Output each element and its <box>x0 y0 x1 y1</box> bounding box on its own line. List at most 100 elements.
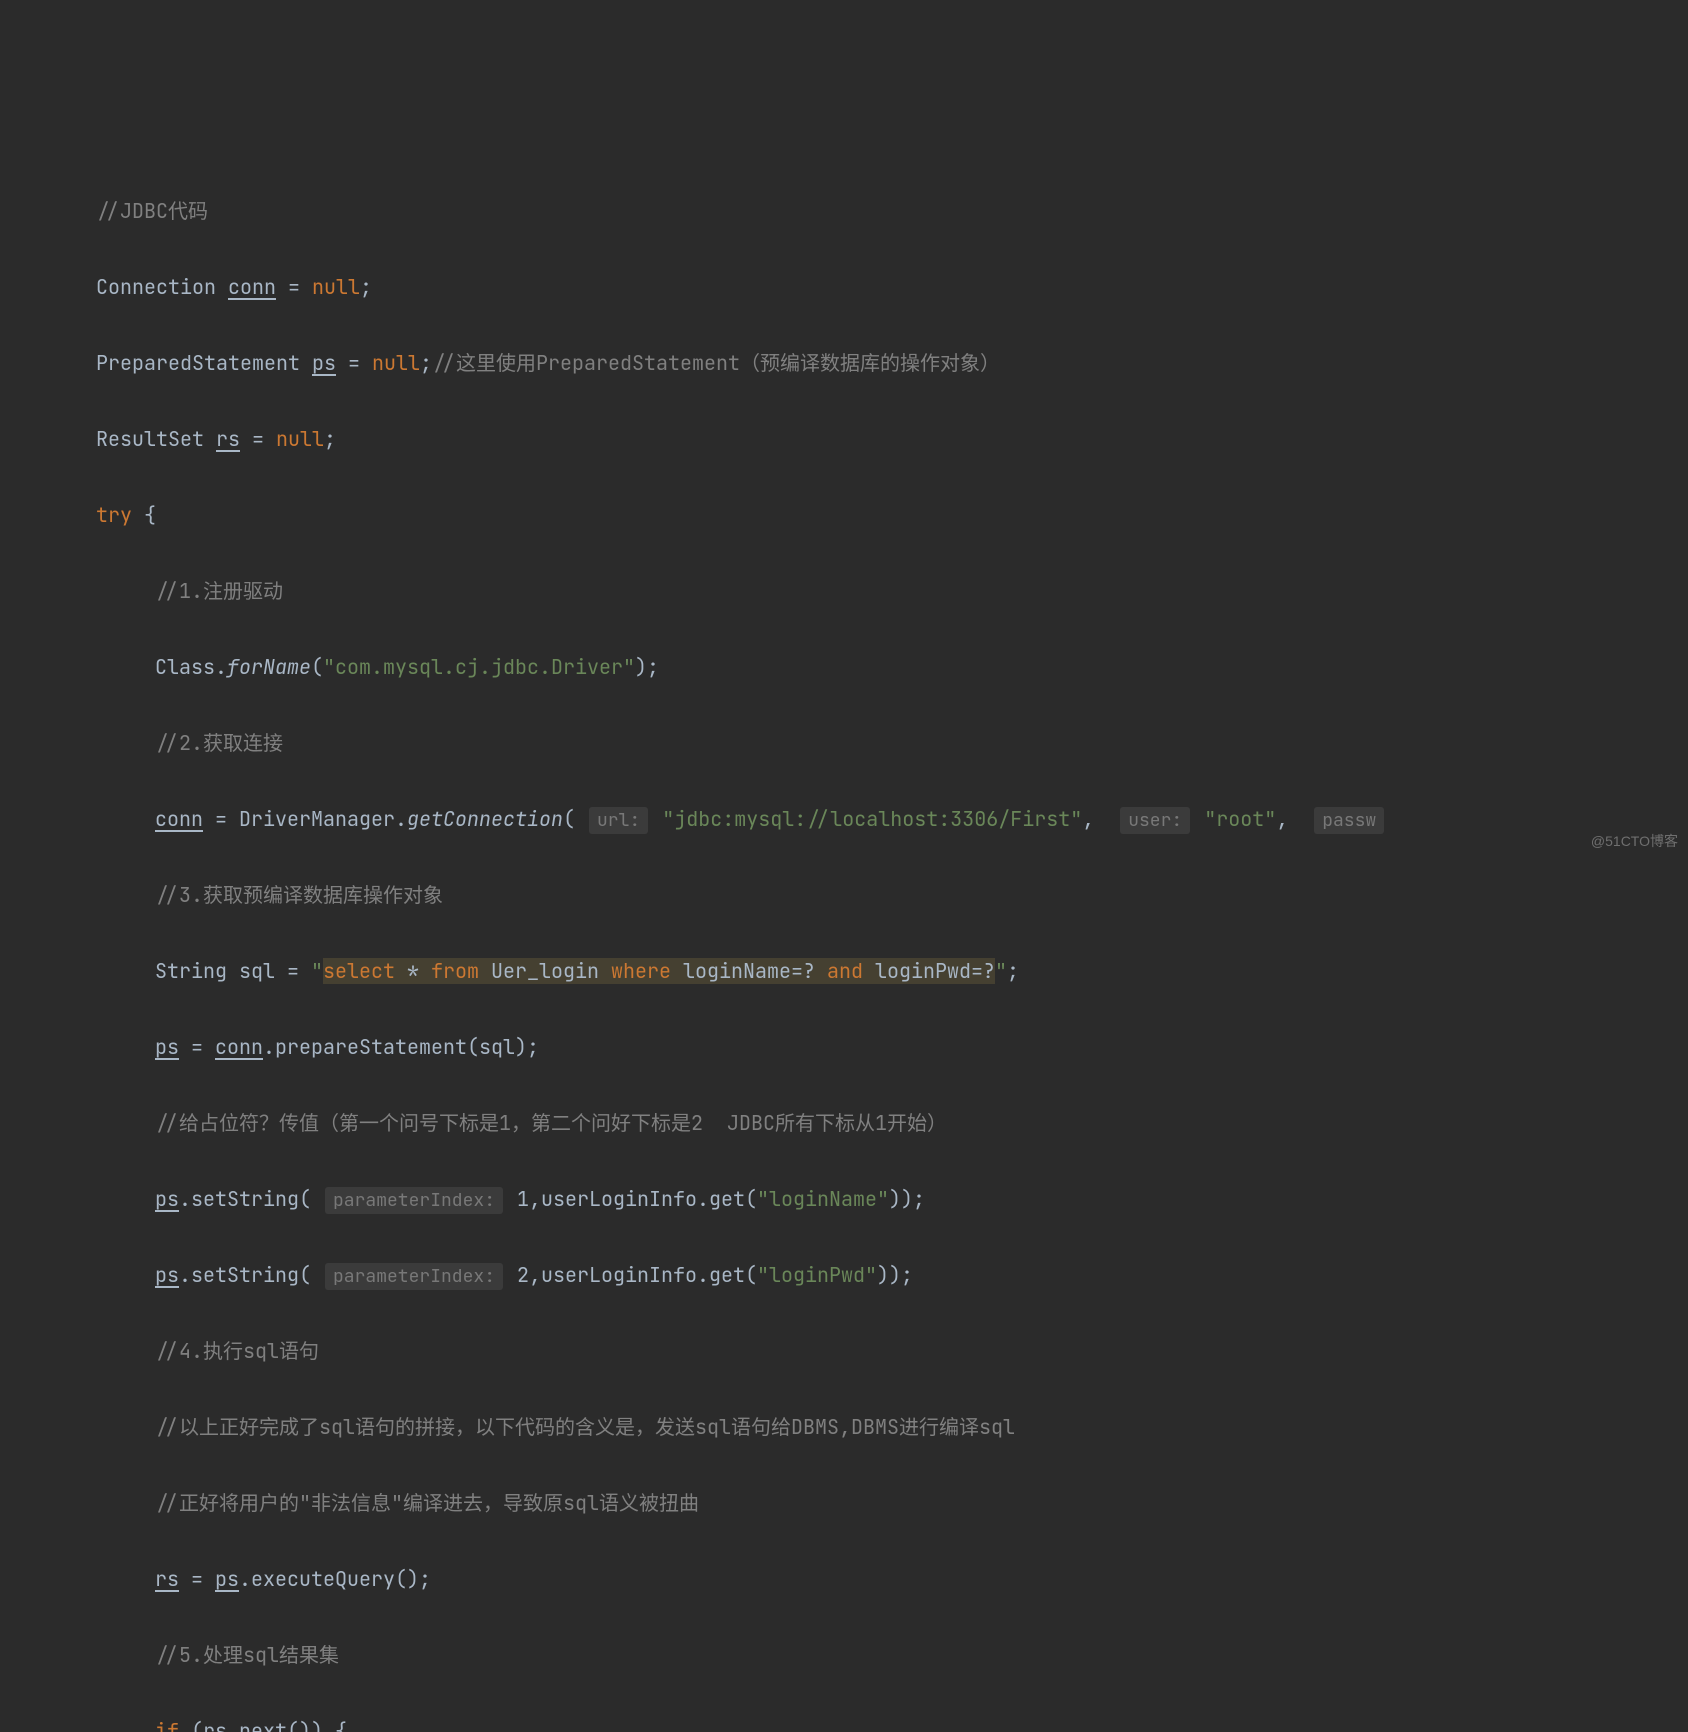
text: )); <box>877 1262 913 1288</box>
sql-keyword: and <box>827 958 875 984</box>
text: .next()) { <box>227 1718 347 1732</box>
comment: //5.处理sql结果集 <box>155 1642 339 1668</box>
code-line[interactable]: //5.处理sql结果集 <box>0 1636 1688 1674</box>
param-hint: passw <box>1314 807 1384 834</box>
param-hint: parameterIndex: <box>325 1263 503 1290</box>
text: ; <box>420 350 432 376</box>
code-editor[interactable]: //JDBC代码 Connection conn = null; Prepare… <box>0 152 1688 1732</box>
variable: ps <box>155 1034 179 1060</box>
text: ,userLoginInfo.get( <box>529 1186 757 1212</box>
variable: rs <box>203 1718 227 1732</box>
number: 2 <box>505 1262 529 1288</box>
text: )); <box>889 1186 925 1212</box>
text: ( <box>311 654 323 680</box>
text: ( <box>191 1718 203 1732</box>
code-line[interactable]: //3.获取预编译数据库操作对象 <box>0 876 1688 914</box>
class: Class. <box>155 654 227 680</box>
sql-injection: select * from Uer_login where loginName=… <box>323 958 995 984</box>
type: ResultSet <box>96 426 216 452</box>
comment: //以上正好完成了sql语句的拼接，以下代码的含义是，发送sql语句给DBMS,… <box>155 1414 1015 1440</box>
comment: //3.获取预编译数据库操作对象 <box>155 882 443 908</box>
code-line[interactable]: //给占位符？传值（第一个问号下标是1，第二个问好下标是2 JDBC所有下标从1… <box>0 1104 1688 1142</box>
code-line[interactable]: //JDBC代码 <box>0 192 1688 230</box>
code-line[interactable]: Class.forName("com.mysql.cj.jdbc.Driver"… <box>0 648 1688 686</box>
comment: //正好将用户的"非法信息"编译进去，导致原sql语义被扭曲 <box>155 1490 699 1516</box>
type: Connection <box>96 274 228 300</box>
variable: ps <box>155 1262 179 1288</box>
code-line[interactable]: ps.setString( parameterIndex: 2,userLogi… <box>0 1256 1688 1294</box>
code-line[interactable]: //4.执行sql语句 <box>0 1332 1688 1370</box>
sql-keyword: select <box>323 958 407 984</box>
string-literal: "root" <box>1192 806 1276 832</box>
number: 1 <box>505 1186 529 1212</box>
code-line[interactable]: Connection conn = null; <box>0 268 1688 306</box>
keyword-try: try <box>96 502 144 528</box>
code-line[interactable]: ps.setString( parameterIndex: 1,userLogi… <box>0 1180 1688 1218</box>
comment: //这里使用PreparedStatement（预编译数据库的操作对象） <box>432 350 1000 376</box>
code-line[interactable]: String sql = "select * from Uer_login wh… <box>0 952 1688 990</box>
text: ; <box>360 274 372 300</box>
code-line[interactable]: //以上正好完成了sql语句的拼接，以下代码的含义是，发送sql语句给DBMS,… <box>0 1408 1688 1446</box>
param-hint: parameterIndex: <box>325 1187 503 1214</box>
code-line[interactable]: try { <box>0 496 1688 534</box>
string-literal: "loginName" <box>757 1186 889 1212</box>
text: = DriverManager. <box>203 806 407 832</box>
brace: { <box>144 502 156 528</box>
sql-cond: loginPwd=? <box>875 958 995 984</box>
param-hint: user: <box>1120 807 1190 834</box>
text: ,userLoginInfo.get( <box>529 1262 757 1288</box>
sql-cond: loginName=? <box>683 958 827 984</box>
text: .setString( <box>179 1262 323 1288</box>
text: = <box>179 1566 215 1592</box>
text: .prepareStatement(sql); <box>263 1034 539 1060</box>
text: = <box>179 1034 215 1060</box>
text: ; <box>324 426 336 452</box>
code-line[interactable]: ps = conn.prepareStatement(sql); <box>0 1028 1688 1066</box>
sql-table: Uer_login <box>491 958 611 984</box>
code-line[interactable]: rs = ps.executeQuery(); <box>0 1560 1688 1598</box>
variable: rs <box>216 426 240 452</box>
sql-keyword: from <box>431 958 491 984</box>
comment: //1.注册驱动 <box>155 578 283 604</box>
sql-text: * <box>407 958 431 984</box>
text: .setString( <box>179 1186 323 1212</box>
code-line[interactable]: PreparedStatement ps = null;//这里使用Prepar… <box>0 344 1688 382</box>
code-line[interactable]: //2.获取连接 <box>0 724 1688 762</box>
comment: //2.获取连接 <box>155 730 283 756</box>
keyword-null: null <box>312 274 360 300</box>
text: = <box>276 274 312 300</box>
sql-keyword: where <box>611 958 683 984</box>
text: .executeQuery(); <box>239 1566 431 1592</box>
keyword-null: null <box>276 426 324 452</box>
method: getConnection <box>407 806 563 832</box>
string-literal: "loginPwd" <box>757 1262 877 1288</box>
string-literal: "jdbc:mysql://localhost:3306/First" <box>650 806 1082 832</box>
param-hint: url: <box>589 807 648 834</box>
code-line[interactable]: ResultSet rs = null; <box>0 420 1688 458</box>
watermark-label: @51CTO博客 <box>1591 822 1678 860</box>
code-line[interactable]: conn = DriverManager.getConnection( url:… <box>0 800 1688 838</box>
keyword-if: if <box>155 1718 191 1732</box>
method: forName <box>227 654 311 680</box>
code-line[interactable]: //正好将用户的"非法信息"编译进去，导致原sql语义被扭曲 <box>0 1484 1688 1522</box>
string-quote: " <box>311 958 323 984</box>
string-quote: " <box>995 958 1007 984</box>
text: String sql = <box>155 958 311 984</box>
text: , <box>1276 806 1312 832</box>
variable: rs <box>155 1566 179 1592</box>
variable: conn <box>228 274 276 300</box>
keyword-null: null <box>372 350 420 376</box>
text: = <box>336 350 372 376</box>
code-line[interactable]: if (rs.next()) { <box>0 1712 1688 1732</box>
variable: conn <box>155 806 203 832</box>
text: , <box>1082 806 1118 832</box>
text: ( <box>563 806 587 832</box>
type: PreparedStatement <box>96 350 312 376</box>
variable: ps <box>215 1566 239 1592</box>
text: ; <box>1007 958 1019 984</box>
variable: conn <box>215 1034 263 1060</box>
text: = <box>240 426 276 452</box>
comment: //JDBC代码 <box>96 198 208 224</box>
comment: //4.执行sql语句 <box>155 1338 319 1364</box>
code-line[interactable]: //1.注册驱动 <box>0 572 1688 610</box>
